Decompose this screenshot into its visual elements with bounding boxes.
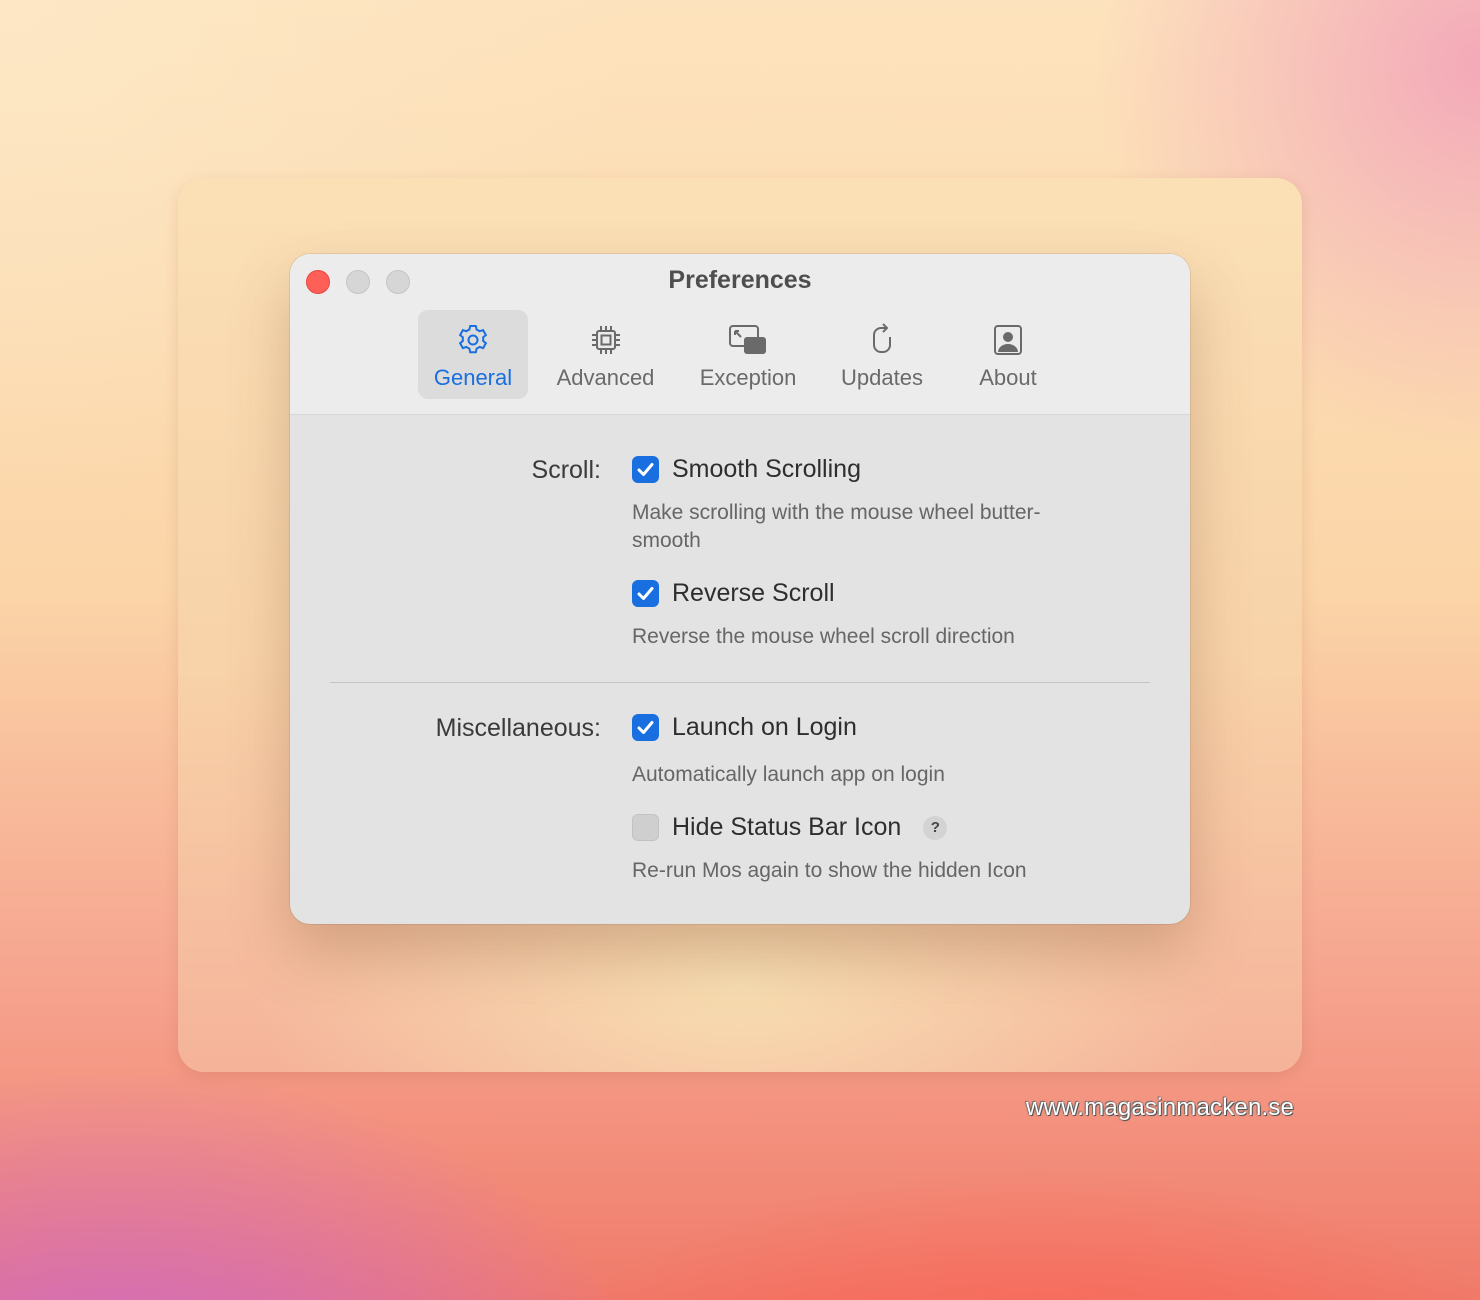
launch-on-login-option[interactable]: Launch on Login <box>632 713 857 742</box>
general-pane: Scroll: Smooth Scrolling Make scrolling … <box>290 415 1190 924</box>
reverse-scroll-description: Reverse the mouse wheel scroll direction <box>632 625 1015 648</box>
section-divider <box>330 682 1150 683</box>
smooth-scrolling-description: Make scrolling with the mouse wheel butt… <box>632 501 1041 552</box>
launch-on-login-label: Launch on Login <box>672 713 857 741</box>
smooth-scrolling-label: Smooth Scrolling <box>672 455 861 483</box>
hide-status-bar-icon-checkbox[interactable] <box>632 814 659 841</box>
checkmark-icon <box>637 463 654 476</box>
smooth-scrolling-checkbox[interactable] <box>632 456 659 483</box>
gear-icon <box>458 325 488 354</box>
tab-updates[interactable]: Updates <box>813 310 951 399</box>
tab-label: Updates <box>841 365 923 390</box>
hide-status-bar-icon-description: Re-run Mos again to show the hidden Icon <box>632 859 1027 882</box>
hide-status-bar-icon-label: Hide Status Bar Icon <box>672 813 902 841</box>
tab-advanced[interactable]: Advanced <box>528 310 683 399</box>
watermark: www.magasinmacken.se <box>1026 1094 1295 1121</box>
reverse-scroll-option[interactable]: Reverse Scroll <box>632 579 835 608</box>
person-icon <box>994 325 1022 355</box>
tab-label: Advanced <box>556 365 655 390</box>
misc-section-label: Miscellaneous: <box>435 714 601 742</box>
checkmark-icon <box>637 721 654 734</box>
window-exception-icon <box>729 325 766 354</box>
launch-on-login-checkbox[interactable] <box>632 714 659 741</box>
tab-general[interactable]: General <box>418 310 528 399</box>
tab-label: General <box>433 365 513 390</box>
scroll-section-label: Scroll: <box>531 456 601 484</box>
refresh-mouse-icon <box>873 323 891 353</box>
tab-exception[interactable]: Exception <box>683 310 813 399</box>
preferences-window: Preferences General Advanced Exception U… <box>290 254 1190 924</box>
chip-icon <box>591 326 620 354</box>
checkmark-icon <box>637 587 654 600</box>
toolbar: Preferences General Advanced Exception U… <box>290 254 1190 415</box>
help-button[interactable]: ? <box>923 815 948 840</box>
tab-label: About <box>979 365 1037 390</box>
window-title: Preferences <box>668 266 812 294</box>
reverse-scroll-label: Reverse Scroll <box>672 579 835 607</box>
hide-status-bar-icon-option[interactable]: Hide Status Bar Icon ? <box>632 813 948 842</box>
tab-about[interactable]: About <box>951 310 1065 399</box>
tab-label: Exception <box>699 365 797 390</box>
smooth-scrolling-option[interactable]: Smooth Scrolling <box>632 455 861 484</box>
tab-bar: General Advanced Exception Updates About <box>418 310 1065 399</box>
launch-on-login-description: Automatically launch app on login <box>632 763 945 786</box>
reverse-scroll-checkbox[interactable] <box>632 580 659 607</box>
